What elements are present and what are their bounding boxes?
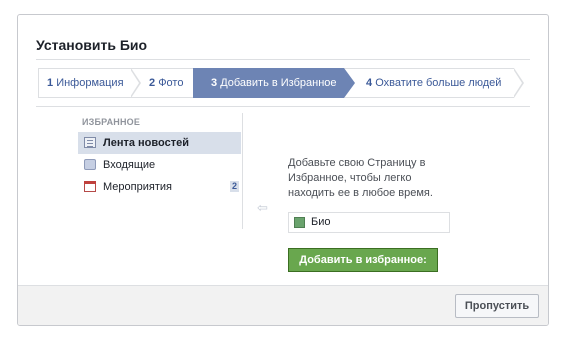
divider: [36, 59, 530, 60]
events-calendar-icon: [84, 181, 96, 192]
arrow-left-icon: ⇦: [257, 200, 268, 215]
step-info[interactable]: 1 Информация: [39, 68, 131, 98]
step-number: 2: [149, 77, 156, 89]
skip-button[interactable]: Пропустить: [455, 294, 539, 318]
divider: [36, 106, 530, 107]
dialog-title: Установить Био: [36, 37, 148, 53]
step-separator: [513, 69, 522, 97]
step-add-to-favorites[interactable]: 3 Добавить в Избранное: [193, 68, 344, 98]
favorite-item-label: Мероприятия: [103, 181, 172, 193]
step-photo[interactable]: 2 Фото: [131, 68, 193, 98]
page-thumbnail-icon: [294, 217, 305, 228]
page-preview: Био: [288, 212, 450, 233]
dialog-footer: Пропустить: [18, 285, 548, 325]
favorite-item-news-feed[interactable]: Лента новостей: [78, 132, 241, 154]
step-progress-bar: 1 Информация 2 Фото 3 Добавить в Избранн…: [38, 68, 524, 98]
news-feed-icon: [84, 137, 96, 148]
step-number: 1: [47, 77, 54, 89]
page-name: Био: [311, 216, 331, 228]
step-label: Охватите больше людей: [375, 77, 502, 89]
inbox-icon: [84, 159, 96, 170]
favorite-item-events[interactable]: Мероприятия 2: [78, 176, 241, 198]
step-label: Фото: [158, 77, 184, 89]
add-to-favorites-button[interactable]: Добавить в избранное:: [288, 248, 438, 272]
favorites-header: ИЗБРАННОЕ: [82, 117, 141, 127]
favorite-item-inbox[interactable]: Входящие: [78, 154, 241, 176]
step-label: Добавить в Избранное: [220, 77, 337, 89]
step-number: 3: [211, 77, 218, 89]
setup-dialog: Установить Био 1 Информация 2 Фото 3 Доб…: [17, 14, 549, 326]
favorites-preview: ИЗБРАННОЕ Лента новостей Входящие Меропр…: [76, 113, 243, 229]
step-label: Информация: [56, 77, 124, 89]
favorite-item-label: Лента новостей: [103, 137, 189, 149]
count-badge: 2: [229, 181, 239, 192]
favorite-item-label: Входящие: [103, 159, 156, 171]
instructions-text: Добавьте свою Страницу в Избранное, чтоб…: [288, 157, 433, 199]
step-reach-more-people[interactable]: 4 Охватите больше людей: [344, 68, 514, 98]
step-number: 4: [366, 77, 373, 89]
